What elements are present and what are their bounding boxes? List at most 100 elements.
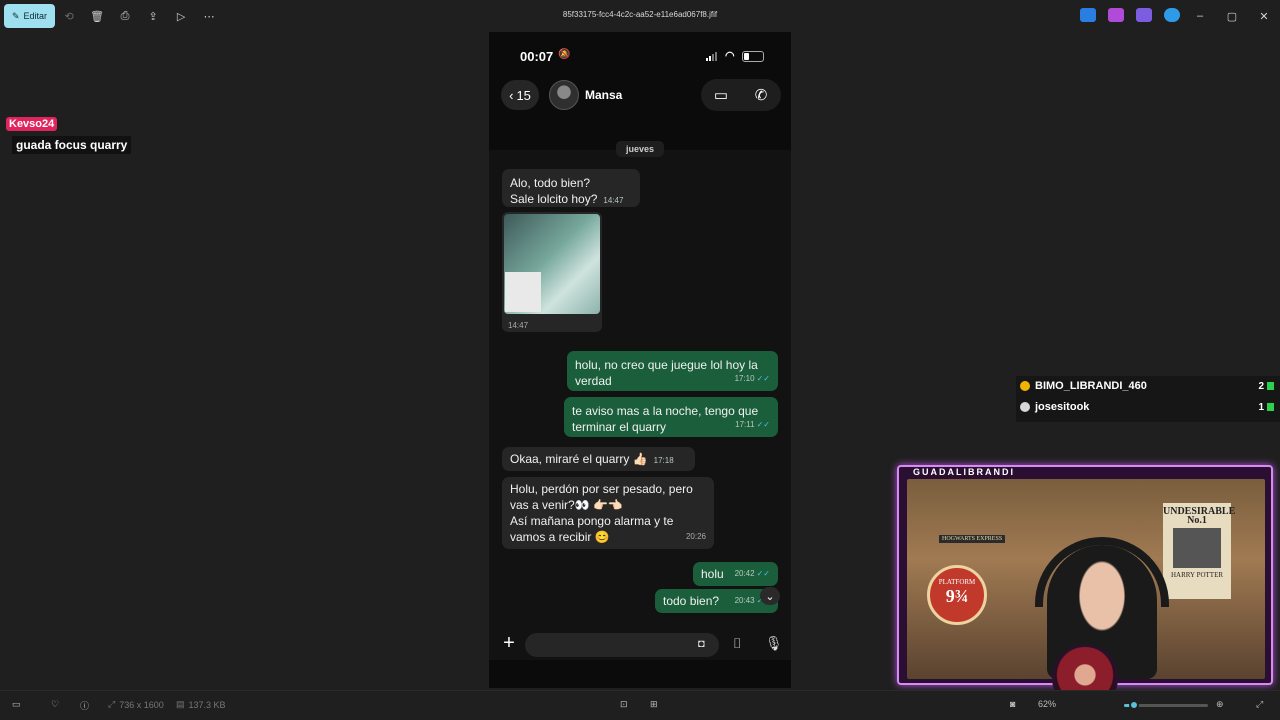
zoom-in-icon[interactable]: ⊕ [1216, 699, 1224, 710]
poster-name: HARRY POTTER [1170, 571, 1224, 579]
slideshow-icon[interactable]: ▷ [167, 4, 195, 28]
share-icon[interactable]: ⇪ [139, 4, 167, 28]
platform-label: PLATFORM [938, 578, 976, 586]
message-incoming[interactable]: Alo, todo bien? Sale lolcito hoy? 14:47 [502, 169, 640, 207]
message-text: vas a venir?👀 👉🏻👈🏻 [510, 498, 623, 512]
viewer-statusbar: ▭ ♡ ⓘ ⤢ 736 x 1600 ▤ 137.3 KB ⊡ ⊞ ◙ 62% … [0, 690, 1280, 720]
chat-header: ‹ 15 Mansa ▭ ✆ [489, 77, 791, 113]
leaderboard-user: BIMO_LIBRANDI_460 [1035, 380, 1147, 392]
contact-name[interactable]: Mansa [585, 88, 622, 102]
onedrive-icon[interactable] [1164, 8, 1180, 22]
call-actions: ▭ ✆ [701, 79, 781, 111]
print-icon[interactable]: ⎙ [111, 4, 139, 28]
hogwarts-sign: HOGWARTS EXPRESS [939, 535, 1006, 543]
chevron-down-icon: ⌄ [765, 590, 775, 603]
gift-bar-icon [1267, 403, 1274, 411]
message-time: 14:47 [508, 321, 529, 330]
leaderboard-count: 1 [1258, 401, 1264, 413]
attach-plus-icon[interactable]: + [499, 632, 519, 656]
message-text: Okaa, miraré el quarry 👍🏻 [510, 452, 648, 466]
message-time: 17:18 [653, 456, 674, 465]
info-icon[interactable]: ⓘ [80, 699, 89, 712]
battery-icon [742, 51, 764, 62]
edit-button[interactable]: ✎ Editar [4, 4, 56, 28]
platform-sign: PLATFORM 9¾ [927, 565, 987, 625]
channel-name: GUADALIBRANDI [913, 467, 1015, 477]
minimize-icon[interactable]: – [1184, 0, 1216, 32]
message-text: Sale lolcito hoy? [510, 192, 598, 206]
chevron-left-icon: ‹ [509, 87, 514, 103]
back-button[interactable]: ‹ 15 [501, 80, 539, 110]
filesize-info: ▤ 137.3 KB [176, 699, 226, 710]
headset [1035, 537, 1169, 607]
window-controls: – ▢ ✕ [1184, 0, 1280, 32]
image-thumbnail[interactable] [504, 214, 600, 314]
poster-number: No.1 [1187, 515, 1207, 526]
filesize-text: 137.3 KB [188, 699, 226, 710]
leaderboard-row: BIMO_LIBRANDI_460 2 [1020, 378, 1276, 394]
message-composer: + ◘ ⌷ 🎙 [489, 630, 791, 660]
message-outgoing[interactable]: te aviso mas a la noche, tengo que termi… [564, 397, 778, 437]
message-time: 20:42 [734, 569, 755, 578]
actual-size-icon[interactable]: ⊞ [650, 699, 658, 710]
read-ticks-icon: ✓✓ [756, 420, 770, 429]
message-text: holu [701, 567, 724, 581]
camera-icon[interactable]: ⌷ [733, 635, 741, 652]
badge-icon [1020, 381, 1030, 391]
message-outgoing[interactable]: holu 20:42 ✓✓ [693, 562, 778, 586]
zoom-slider-knob[interactable] [1129, 700, 1140, 710]
poster-photo [1173, 528, 1221, 568]
message-text: Holu, perdón por ser pesado, pero [510, 482, 693, 496]
dimensions-info: ⤢ 736 x 1600 [108, 699, 164, 710]
dimensions-text: 736 x 1600 [119, 699, 164, 710]
message-input[interactable] [525, 633, 719, 657]
gift-leaderboard: BIMO_LIBRANDI_460 2 josesitook 1 [1016, 376, 1280, 422]
fullscreen-icon[interactable]: ⤢ [1256, 699, 1263, 710]
phone-screenshot: 00:07 🔕 ◠ ‹ 15 Mansa ▭ ✆ jueves Alo, tod… [489, 32, 791, 688]
fit-screen-icon[interactable]: ⊡ [620, 699, 628, 710]
zoom-level[interactable]: 62% [1038, 699, 1056, 709]
message-text: vamos a recibir 😊 [510, 530, 610, 544]
leaderboard-row: josesitook 1 [1020, 399, 1276, 415]
contact-avatar[interactable] [549, 80, 579, 110]
leaderboard-count: 2 [1258, 380, 1264, 392]
message-incoming[interactable]: Holu, perdón por ser pesado, pero vas a … [502, 477, 714, 549]
message-text: todo bien? [663, 594, 720, 608]
day-separator: jueves [616, 141, 664, 157]
tray-app-icon-1[interactable] [1080, 8, 1096, 22]
delete-icon[interactable]: 🗑 [83, 4, 111, 28]
rotate-icon[interactable]: ⟲ [55, 4, 83, 28]
message-outgoing[interactable]: holu, no creo que juegue lol hoy la verd… [567, 351, 778, 391]
platform-number: 9¾ [945, 586, 969, 606]
message-image[interactable]: 14:47 [502, 212, 602, 332]
wifi-icon: ◠ [725, 50, 735, 62]
more-icon[interactable]: ⋯ [195, 4, 223, 28]
tray-app-icon-3[interactable] [1136, 8, 1152, 22]
zoom-slider[interactable] [1124, 700, 1208, 710]
filmstrip-icon[interactable]: ▭ [12, 699, 21, 710]
edit-label: Editar [23, 11, 48, 21]
sticker-icon[interactable]: ◘ [698, 638, 705, 650]
message-time: 14:47 [603, 196, 624, 205]
phone-status-bar: 00:07 🔕 ◠ [489, 46, 791, 66]
favorite-icon[interactable]: ♡ [51, 699, 59, 710]
screenshot-icon[interactable]: ◙ [1010, 699, 1015, 709]
message-time: 17:11 [735, 420, 755, 429]
message-time: 20:43 [734, 596, 755, 605]
chat-message: guada focus quarry [12, 136, 132, 154]
unread-count: 15 [516, 87, 531, 103]
edit-icon: ✎ [12, 10, 20, 21]
message-incoming[interactable]: Okaa, miraré el quarry 👍🏻 17:18 [502, 447, 695, 471]
phone-call-icon[interactable]: ✆ [748, 86, 774, 104]
microphone-icon[interactable]: 🎙 [765, 635, 783, 652]
tray-app-icon-2[interactable] [1108, 8, 1124, 22]
message-time: 20:26 [685, 532, 706, 541]
message-text: Así mañana pongo alarma y te [510, 514, 674, 528]
close-icon[interactable]: ✕ [1248, 0, 1280, 32]
app-tray [1080, 8, 1180, 22]
wanted-poster: UNDESIRABLE No.1 HARRY POTTER [1163, 503, 1235, 599]
maximize-icon[interactable]: ▢ [1216, 0, 1248, 32]
scroll-down-button[interactable]: ⌄ [760, 587, 780, 605]
message-time: 17:10 [734, 374, 755, 383]
video-call-icon[interactable]: ▭ [708, 86, 734, 104]
